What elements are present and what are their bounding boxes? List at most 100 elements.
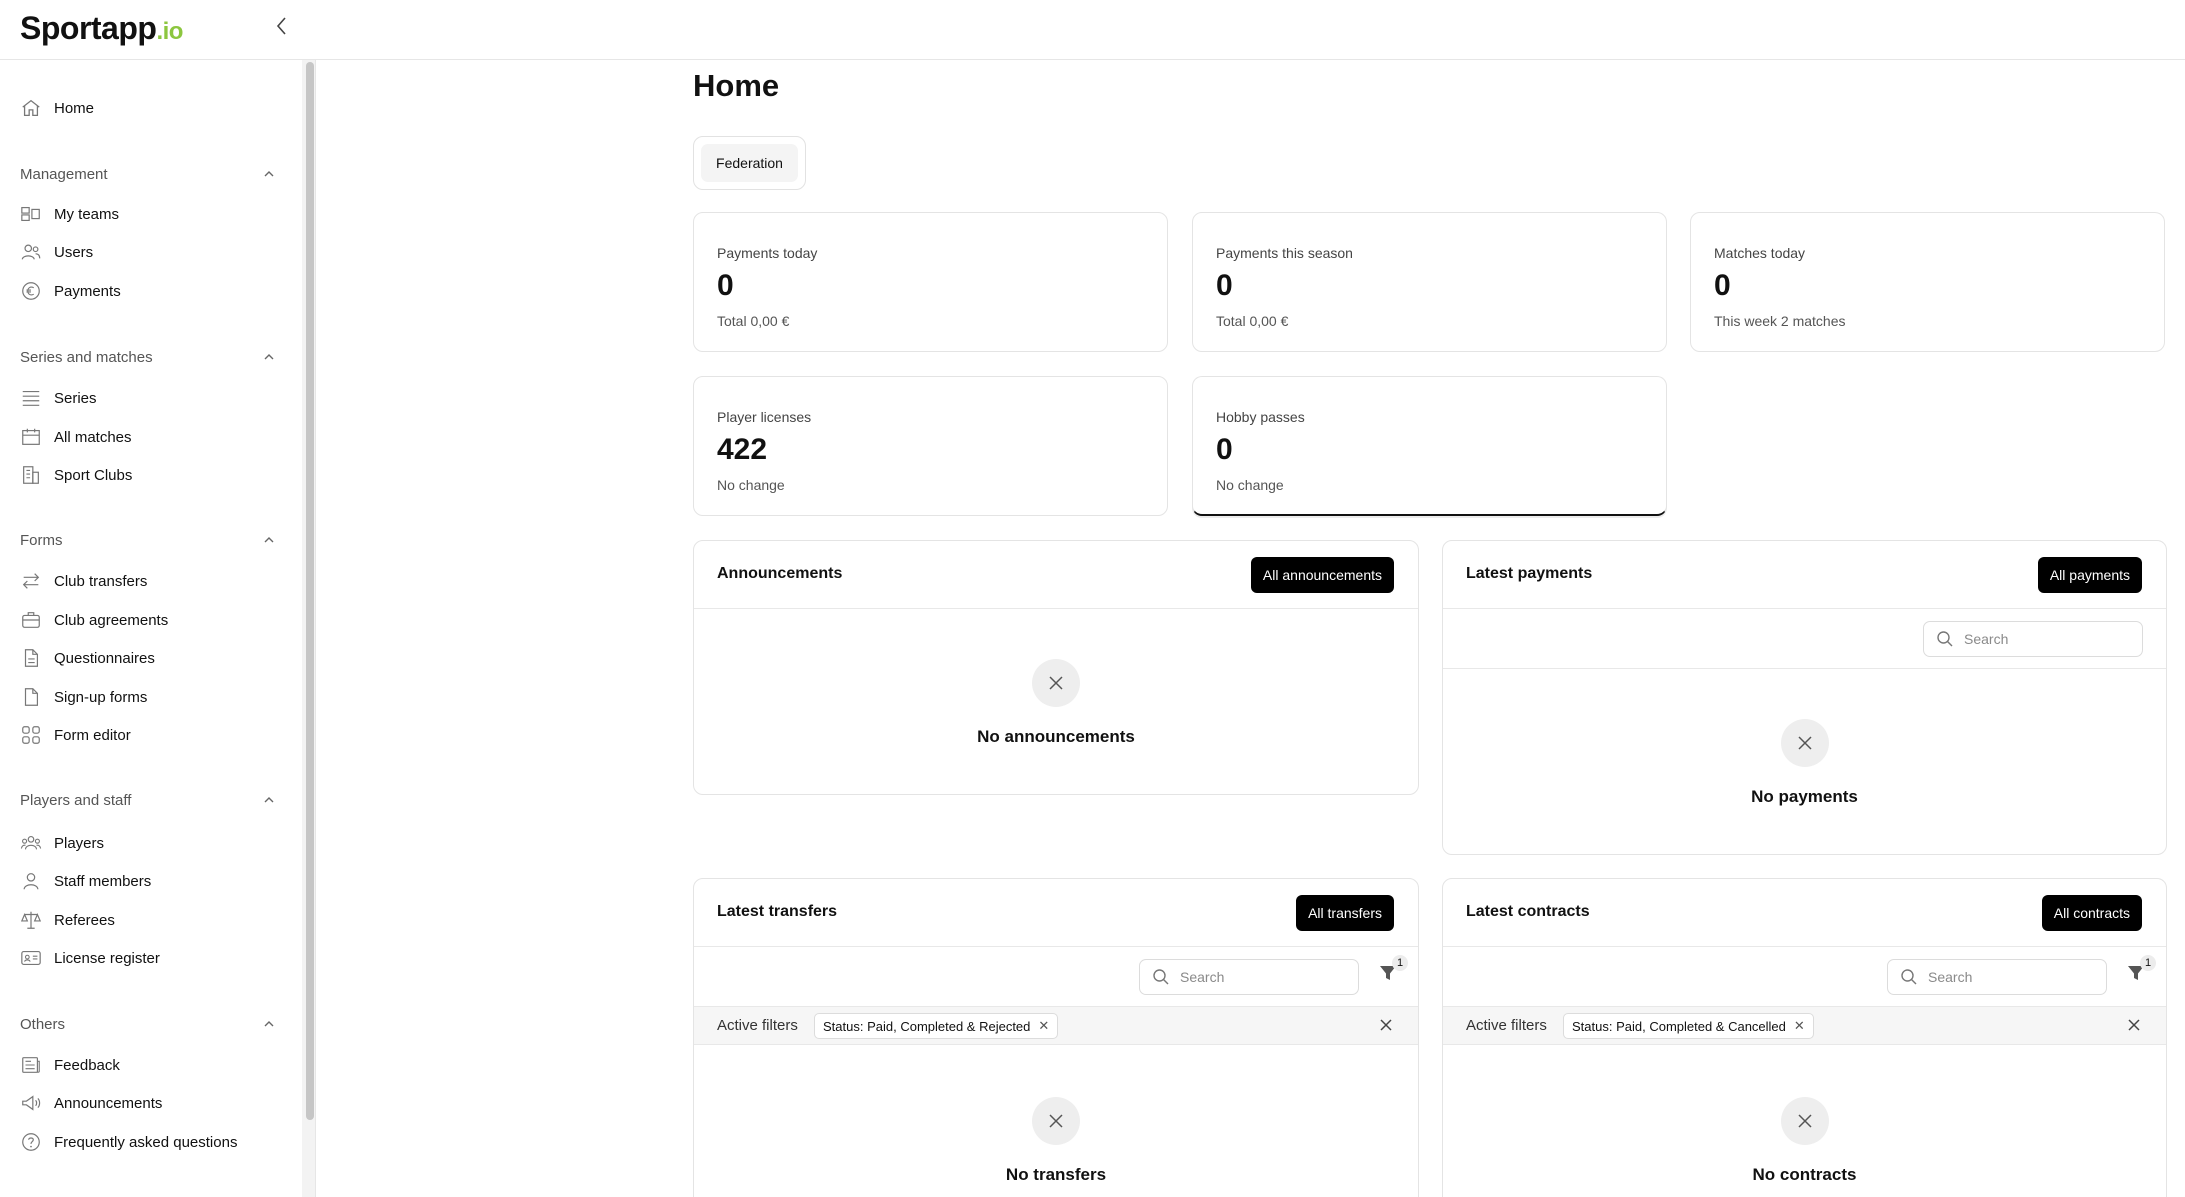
sidebar-item-club-transfers[interactable]: Club transfers	[20, 566, 147, 596]
document-icon	[24, 649, 39, 667]
search-icon	[1937, 631, 1953, 647]
brand-logo[interactable]: Sportapp.io	[20, 10, 183, 47]
stat-card-payments-season[interactable]: Payments this season 0 Total 0,00 €	[1192, 212, 1667, 352]
payments-search-input[interactable]	[1964, 631, 2124, 647]
filter-count-badge: 1	[2140, 955, 2156, 971]
sidebar-item-label: Home	[54, 99, 95, 117]
stat-card-player-licenses[interactable]: Player licenses 422 No change	[693, 376, 1168, 516]
tab-federation[interactable]: Federation	[701, 144, 798, 182]
filter-chip[interactable]: Status: Paid, Completed & Cancelled ✕	[1563, 1013, 1814, 1039]
app-root: Sportapp.io Home Management My teams Use…	[0, 0, 2185, 1197]
section-title: Series and matches	[20, 348, 153, 366]
sidebar-item-series[interactable]: Series	[20, 383, 97, 413]
sidebar-section-players-and-staff[interactable]: Players and staff	[20, 788, 276, 812]
sidebar-item-faq[interactable]: Frequently asked questions	[20, 1127, 237, 1157]
sidebar-section-management[interactable]: Management	[20, 162, 276, 186]
empty-message: No payments	[1751, 787, 1858, 806]
active-filters-row: Active filters Status: Paid, Completed &…	[1443, 1007, 2166, 1045]
close-icon	[1049, 676, 1063, 690]
card-title: Latest contracts	[1466, 903, 1590, 920]
page-title: Home	[693, 68, 780, 103]
sidebar-item-users[interactable]: Users	[20, 237, 93, 267]
stat-label: Player licenses	[717, 409, 812, 425]
sidebar-section-forms[interactable]: Forms	[20, 528, 276, 552]
clear-filters-icon[interactable]	[2126, 1017, 2142, 1033]
announcements-card: Announcements All announcements No annou…	[693, 540, 1419, 795]
stat-subtext: This week 2 matches	[1714, 313, 1846, 329]
stat-card-payments-today[interactable]: Payments today 0 Total 0,00 €	[693, 212, 1168, 352]
chevron-up-icon	[264, 354, 274, 360]
sidebar-item-form-editor[interactable]: Form editor	[20, 720, 131, 750]
card-title: Latest payments	[1466, 565, 1593, 582]
card-toolbar: 1	[694, 947, 1418, 1007]
stat-subtext: No change	[1216, 477, 1284, 493]
all-announcements-button[interactable]: All announcements	[1250, 557, 1394, 593]
contracts-search[interactable]	[1887, 959, 2107, 995]
remove-filter-icon[interactable]: ✕	[1038, 1018, 1049, 1034]
sidebar-item-license-register[interactable]: License register	[20, 943, 160, 973]
sidebar-item-label: Sign-up forms	[54, 688, 148, 706]
transfers-filter-button[interactable]: 1	[1374, 955, 1408, 985]
latest-transfers-card: Latest transfers All transfers 1 Active …	[693, 878, 1419, 1197]
close-icon	[1797, 736, 1812, 750]
euro-icon	[22, 282, 40, 300]
filter-chip[interactable]: Status: Paid, Completed & Rejected ✕	[814, 1013, 1059, 1039]
remove-filter-icon[interactable]: ✕	[1794, 1018, 1805, 1034]
empty-state: No payments	[1443, 719, 2166, 807]
active-filters-label: Active filters	[717, 1017, 798, 1034]
empty-state: No contracts	[1443, 1097, 2166, 1185]
sidebar-item-players[interactable]: Players	[20, 828, 104, 858]
calendar-icon	[22, 428, 40, 445]
sidebar-item-questionnaires[interactable]: Questionnaires	[20, 643, 155, 673]
empty-state: No transfers	[694, 1097, 1418, 1185]
sidebar-item-my-teams[interactable]: My teams	[20, 199, 119, 229]
all-contracts-button[interactable]: All contracts	[2041, 895, 2142, 931]
chevron-up-icon	[264, 1021, 274, 1027]
all-payments-button[interactable]: All payments	[2037, 557, 2142, 593]
sidebar-section-others[interactable]: Others	[20, 1012, 276, 1036]
chevron-up-icon	[264, 171, 274, 177]
clear-filters-icon[interactable]	[1378, 1017, 1394, 1033]
sidebar-scrollbar-thumb[interactable]	[306, 62, 314, 1120]
stat-card-hobby-passes[interactable]: Hobby passes 0 No change	[1192, 376, 1667, 516]
file-icon	[24, 688, 39, 706]
all-transfers-button[interactable]: All transfers	[1296, 895, 1394, 931]
sidebar-item-staff-members[interactable]: Staff members	[20, 866, 151, 896]
contracts-search-input[interactable]	[1928, 969, 2088, 985]
sidebar-collapse-button[interactable]	[270, 14, 294, 38]
search-icon	[1153, 969, 1169, 985]
transfers-search-input[interactable]	[1180, 969, 1340, 985]
sidebar-item-announcements[interactable]: Announcements	[20, 1088, 162, 1118]
chevron-up-icon	[264, 797, 274, 803]
stat-card-matches-today[interactable]: Matches today 0 This week 2 matches	[1690, 212, 2165, 352]
card-title: Latest transfers	[717, 903, 838, 920]
sidebar-item-home[interactable]: Home	[20, 93, 94, 123]
sidebar-item-label: License register	[54, 949, 160, 967]
megaphone-icon	[22, 1095, 41, 1111]
contracts-filter-button[interactable]: 1	[2122, 955, 2156, 985]
sidebar-item-label: Form editor	[54, 726, 131, 744]
search-icon	[1901, 969, 1917, 985]
empty-message: No contracts	[1752, 1165, 1857, 1184]
sidebar-item-sign-up-forms[interactable]: Sign-up forms	[20, 682, 147, 712]
sidebar-item-referees[interactable]: Referees	[20, 905, 115, 935]
transfers-search[interactable]	[1139, 959, 1359, 995]
sidebar-item-club-agreements[interactable]: Club agreements	[20, 605, 168, 635]
active-filters-row: Active filters Status: Paid, Completed &…	[694, 1007, 1418, 1045]
transfer-arrows-icon	[22, 573, 40, 589]
group-icon	[20, 835, 42, 850]
sidebar-item-label: Users	[54, 243, 94, 261]
sidebar-item-label: Sport Clubs	[54, 466, 133, 484]
sidebar-item-all-matches[interactable]: All matches	[20, 422, 132, 452]
sidebar-item-feedback[interactable]: Feedback	[20, 1050, 120, 1080]
card-header: Latest contracts All contracts	[1443, 879, 2166, 947]
stat-value: 0	[1216, 269, 1233, 302]
sidebar-item-payments[interactable]: Payments	[20, 276, 121, 306]
sidebar-section-series-and-matches[interactable]: Series and matches	[20, 345, 276, 369]
close-icon	[1797, 1114, 1812, 1128]
payments-search[interactable]	[1923, 621, 2143, 657]
chevron-left-icon	[276, 17, 286, 35]
active-filters-label: Active filters	[1466, 1017, 1547, 1034]
card-title: Announcements	[717, 565, 843, 582]
sidebar-item-sport-clubs[interactable]: Sport Clubs	[20, 460, 132, 490]
